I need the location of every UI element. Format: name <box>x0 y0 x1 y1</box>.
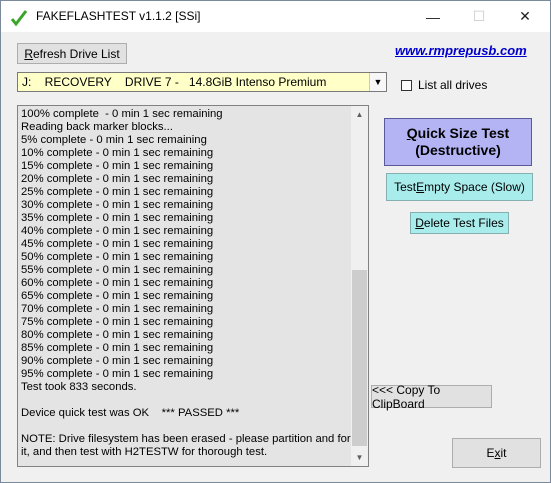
list-all-drives-checkbox[interactable] <box>401 79 412 91</box>
minimize-button[interactable]: — <box>410 1 456 32</box>
log-line: 90% complete - 0 min 1 sec remaining <box>21 355 214 367</box>
close-button[interactable]: ✕ <box>502 1 548 32</box>
refresh-label: efresh Drive List <box>32 46 120 61</box>
title-bar[interactable]: FAKEFLASHTEST v1.1.2 [SSi] — ☐ ✕ <box>1 1 550 32</box>
log-line: 75% complete - 0 min 1 sec remaining <box>21 316 214 328</box>
log-line: NOTE: Drive filesystem has been erased -… <box>21 433 369 445</box>
log-line: Device quick test was OK *** PASSED *** <box>21 407 240 419</box>
quick-label: uick Size Test <box>417 125 510 141</box>
log-line: 15% complete - 0 min 1 sec remaining <box>21 160 214 172</box>
log-line: Reading back marker blocks... <box>21 121 173 133</box>
list-all-drives-option[interactable]: List all drives <box>401 78 487 92</box>
log-scrollbar[interactable]: ▲ ▼ <box>351 106 368 466</box>
log-line: 45% complete - 0 min 1 sec remaining <box>21 238 214 250</box>
drive-dropdown[interactable]: J: RECOVERY DRIVE 7 - 14.8GiB Intenso Pr… <box>17 72 387 92</box>
list-all-drives-label: List all drives <box>418 78 488 92</box>
empty-accel: E <box>416 180 425 194</box>
delete-test-files-button[interactable]: Delete Test Files <box>410 212 509 234</box>
log-line: 40% complete - 0 min 1 sec remaining <box>21 225 214 237</box>
delete-accel: D <box>415 216 424 230</box>
quick-size-test-line1: Quick Size Test <box>407 125 509 142</box>
test-empty-space-button[interactable]: Test Empty Space (Slow) <box>386 173 533 201</box>
drive-selected-value: J: RECOVERY DRIVE 7 - 14.8GiB Intenso Pr… <box>22 75 327 89</box>
log-output[interactable]: 100% complete - 0 min 1 sec remaining Rea… <box>17 105 369 467</box>
app-window: FAKEFLASHTEST v1.1.2 [SSi] — ☐ ✕ Refresh… <box>0 0 551 483</box>
log-lines: 100% complete - 0 min 1 sec remaining Rea… <box>21 108 369 459</box>
log-line: 5% complete - 0 min 1 sec remaining <box>21 134 207 146</box>
log-line: 65% complete - 0 min 1 sec remaining <box>21 290 214 302</box>
log-line: 60% complete - 0 min 1 sec remaining <box>21 277 214 289</box>
maximize-button[interactable]: ☐ <box>456 1 502 32</box>
log-line: 20% complete - 0 min 1 sec remaining <box>21 173 214 185</box>
quick-accel: Q <box>406 125 418 141</box>
quick-size-test-line2: (Destructive) <box>415 142 501 158</box>
log-line: 25% complete - 0 min 1 sec remaining <box>21 186 214 198</box>
delete-label: elete Test Files <box>423 216 504 230</box>
scroll-down-arrow-icon[interactable]: ▼ <box>351 449 368 466</box>
log-line: 100% complete - 0 min 1 sec remaining <box>21 108 223 120</box>
empty-pre: Test <box>394 180 417 194</box>
log-line: 80% complete - 0 min 1 sec remaining <box>21 329 214 341</box>
window-title: FAKEFLASHTEST v1.1.2 [SSi] <box>36 9 201 23</box>
log-line: it, and then test with H2TESTW for thoro… <box>21 446 268 458</box>
refresh-drive-list-button[interactable]: Refresh Drive List <box>17 43 127 64</box>
empty-label: mpty Space (Slow) <box>424 180 525 194</box>
scroll-thumb[interactable] <box>352 270 367 446</box>
refresh-accel: R <box>24 46 33 61</box>
log-line: 70% complete - 0 min 1 sec remaining <box>21 303 214 315</box>
log-line: 85% complete - 0 min 1 sec remaining <box>21 342 214 354</box>
website-link[interactable]: www.rmprepusb.com <box>395 43 527 58</box>
log-line: 55% complete - 0 min 1 sec remaining <box>21 264 214 276</box>
log-line: 50% complete - 0 min 1 sec remaining <box>21 251 214 263</box>
log-line: 10% complete - 0 min 1 sec remaining <box>21 147 214 159</box>
exit-button[interactable]: Ex it <box>452 438 541 468</box>
scroll-up-arrow-icon[interactable]: ▲ <box>351 106 368 123</box>
exit-label: it <box>500 446 507 460</box>
checkmark-icon <box>10 10 28 27</box>
quick-size-test-button[interactable]: Quick Size Test (Destructive) <box>384 118 532 166</box>
exit-pre: E <box>486 446 495 460</box>
chevron-down-icon[interactable]: ▼ <box>369 73 386 91</box>
log-line: Test took 833 seconds. <box>21 381 137 393</box>
log-line: 35% complete - 0 min 1 sec remaining <box>21 212 214 224</box>
log-line: 95% complete - 0 min 1 sec remaining <box>21 368 214 380</box>
log-line: 30% complete - 0 min 1 sec remaining <box>21 199 214 211</box>
copy-to-clipboard-button[interactable]: <<< Copy To ClipBoard <box>371 383 492 411</box>
